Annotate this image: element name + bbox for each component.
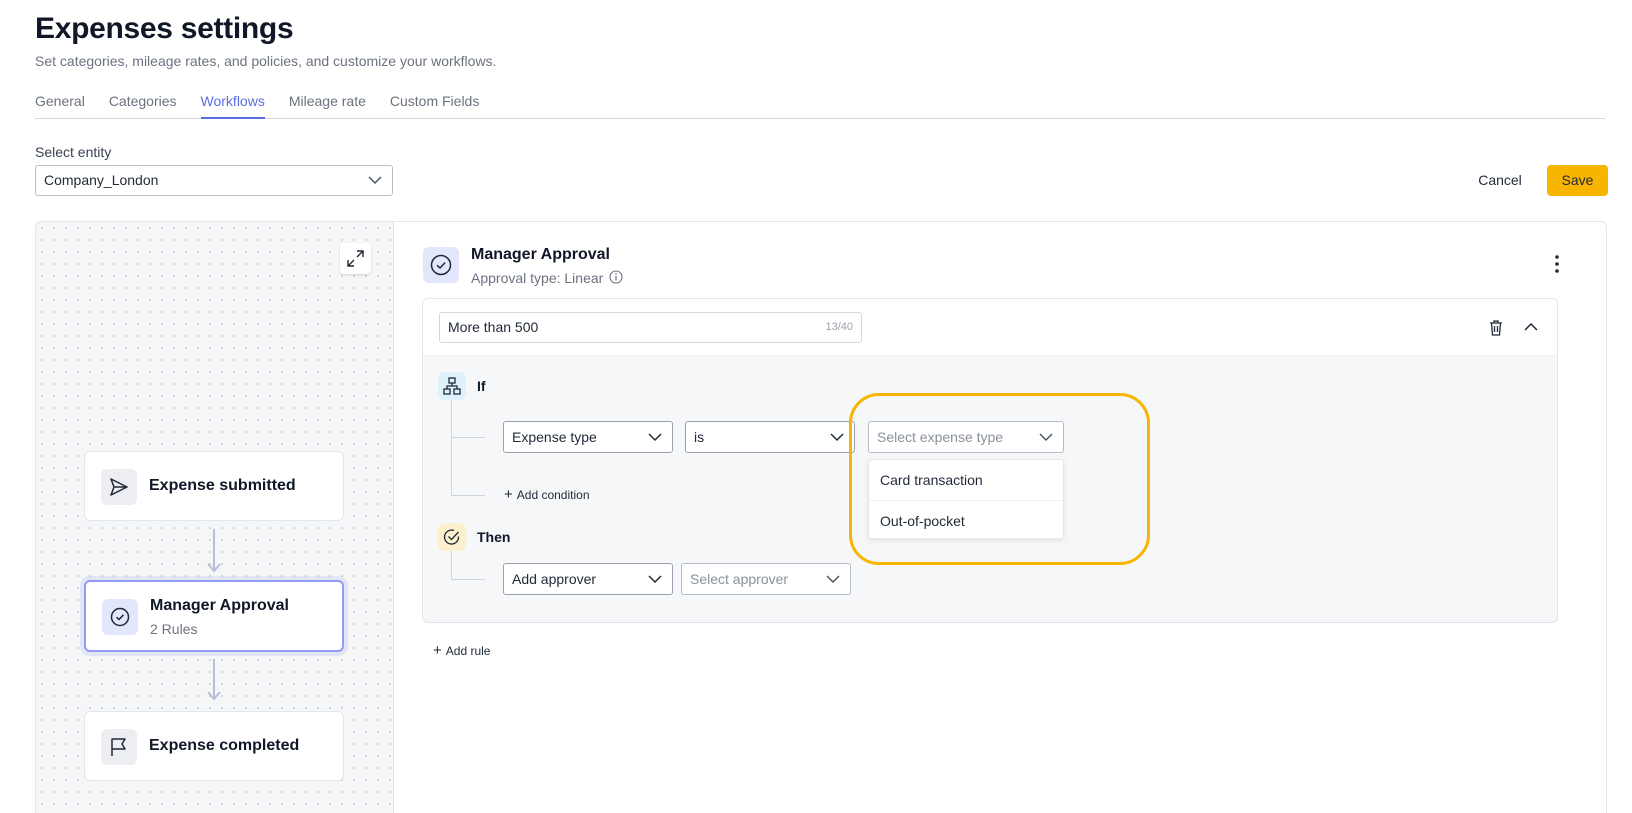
tree-line: [451, 437, 485, 438]
condition-field-select[interactable]: Expense type: [503, 421, 673, 453]
step-title: Manager Approval: [471, 246, 610, 263]
condition-operator-value: is: [694, 429, 705, 445]
tab-general[interactable]: General: [35, 92, 85, 119]
add-condition-label: Add condition: [516, 488, 590, 502]
approver-placeholder: Select approver: [690, 571, 789, 587]
rule-name-input[interactable]: More than 500 13/40: [439, 312, 862, 343]
rule-header: More than 500 13/40: [423, 299, 1557, 356]
chevron-down-icon: [648, 575, 662, 584]
page-title: Expenses settings: [35, 12, 294, 45]
add-rule-label: Add rule: [445, 644, 491, 658]
option-out-of-pocket[interactable]: Out-of-pocket: [869, 500, 1063, 540]
workflow-node-expense-completed[interactable]: Expense completed: [84, 711, 344, 781]
check-circle-icon: [430, 254, 452, 276]
condition-field-value: Expense type: [512, 429, 597, 445]
expand-icon: [347, 250, 364, 267]
then-label: Then: [477, 529, 511, 545]
if-badge: [438, 372, 466, 400]
then-badge: [438, 523, 466, 551]
entity-label: Select entity: [35, 144, 112, 160]
entity-select-value: Company_London: [44, 172, 159, 188]
expense-type-dropdown-menu: Card transaction Out-of-pocket: [868, 459, 1064, 539]
chevron-down-icon: [648, 433, 662, 442]
rule-name-value: More than 500: [448, 319, 539, 335]
send-icon: [110, 478, 128, 496]
page-subtitle: Set categories, mileage rates, and polic…: [35, 53, 497, 69]
node-title: Expense submitted: [149, 477, 296, 494]
option-card-transaction[interactable]: Card transaction: [869, 460, 1063, 500]
tree-line: [451, 495, 485, 496]
save-button[interactable]: Save: [1547, 165, 1608, 196]
hierarchy-icon: [443, 377, 461, 395]
tree-line: [451, 579, 485, 580]
tree-line: [451, 400, 452, 496]
tab-categories[interactable]: Categories: [109, 92, 177, 119]
entity-select[interactable]: Company_London: [35, 165, 393, 196]
node-rule-count: 2 Rules: [150, 621, 198, 637]
tab-mileage-rate[interactable]: Mileage rate: [289, 92, 366, 119]
node-icon-box: [101, 469, 137, 505]
node-title: Expense completed: [149, 737, 300, 754]
condition-operator-select[interactable]: is: [685, 421, 855, 453]
settings-tabs: General Categories Workflows Mileage rat…: [35, 92, 1605, 119]
trash-icon[interactable]: [1488, 319, 1504, 337]
flag-icon: [111, 738, 126, 756]
chevron-down-icon: [1039, 433, 1053, 442]
step-icon-box: [423, 247, 459, 283]
arrow-down-icon: [207, 563, 221, 573]
node-icon-box: [102, 599, 138, 635]
expense-type-select[interactable]: Select expense type: [868, 421, 1064, 453]
node-title: Manager Approval: [150, 597, 289, 614]
action-type-select[interactable]: Add approver: [503, 563, 673, 595]
chevron-down-icon: [368, 176, 382, 185]
tree-line: [451, 551, 452, 580]
if-label: If: [477, 378, 486, 394]
step-approval-type: Approval type: Linear: [471, 270, 604, 286]
chevron-down-icon: [826, 575, 840, 584]
approver-select[interactable]: Select approver: [681, 563, 851, 595]
action-type-value: Add approver: [512, 571, 597, 587]
check-circle-icon: [110, 607, 130, 627]
expand-canvas-button[interactable]: [340, 243, 371, 274]
info-icon[interactable]: [609, 270, 623, 284]
workflow-node-expense-submitted[interactable]: Expense submitted: [84, 451, 344, 521]
rule-name-char-count: 13/40: [825, 321, 853, 333]
chevron-down-icon: [830, 433, 844, 442]
cancel-button[interactable]: Cancel: [1468, 165, 1532, 196]
expense-type-placeholder: Select expense type: [877, 429, 1004, 445]
tab-custom-fields[interactable]: Custom Fields: [390, 92, 479, 119]
arrow-down-icon: [207, 691, 221, 701]
check-circle-icon: [443, 529, 460, 545]
add-rule-button[interactable]: + Add rule: [433, 642, 490, 659]
add-condition-button[interactable]: + Add condition: [504, 486, 590, 503]
node-icon-box: [101, 729, 137, 765]
tab-workflows[interactable]: Workflows: [200, 92, 265, 119]
workflow-node-manager-approval[interactable]: Manager Approval 2 Rules: [84, 580, 344, 652]
chevron-up-icon[interactable]: [1523, 319, 1539, 335]
more-options-icon[interactable]: [1549, 254, 1565, 274]
plus-icon: +: [504, 486, 513, 503]
plus-icon: +: [433, 642, 442, 659]
